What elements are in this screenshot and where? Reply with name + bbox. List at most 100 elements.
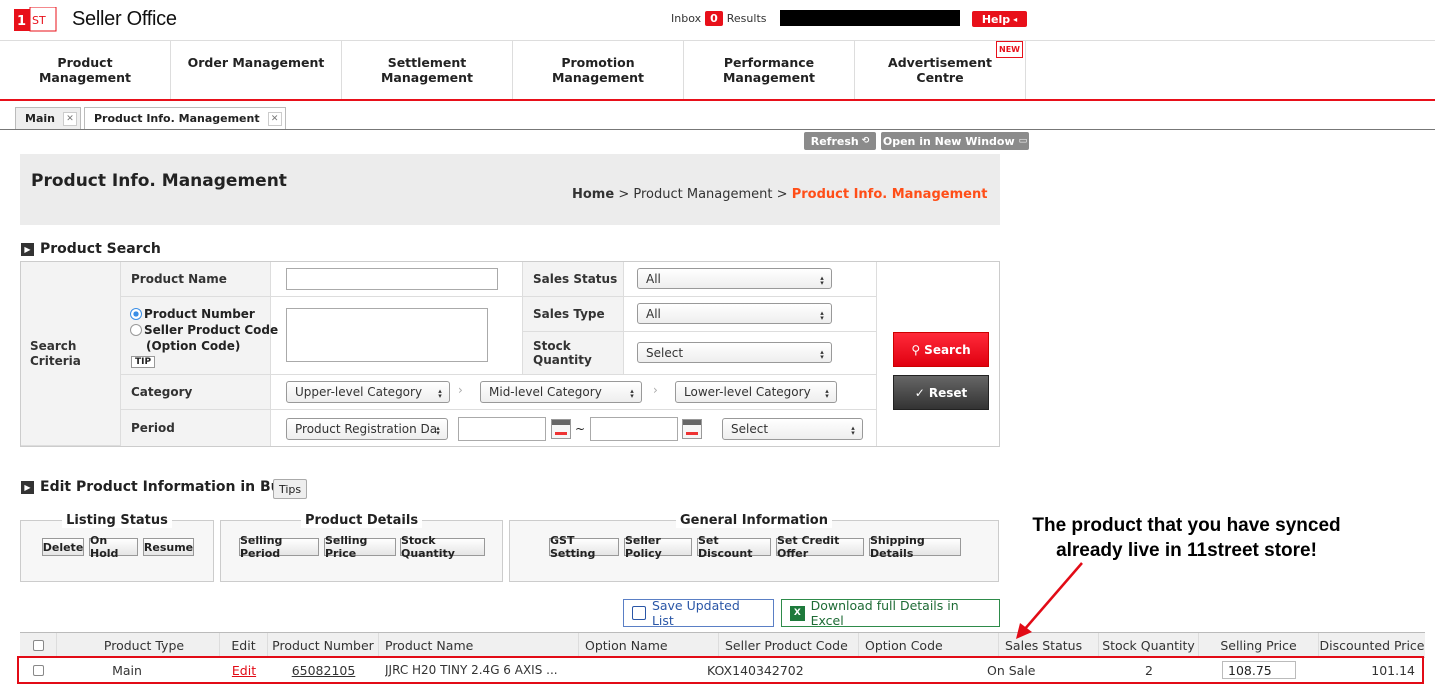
mid-category-select[interactable]: Mid-level Category	[480, 381, 642, 403]
resume-button[interactable]: Resume	[143, 538, 194, 556]
delete-button[interactable]: Delete	[42, 538, 84, 556]
nav-advertisement-centre[interactable]: Advertisement Centre NEW	[855, 41, 1026, 99]
period-type-select[interactable]: Product Registration Da	[286, 418, 448, 440]
col-product-name[interactable]: Product Name	[379, 633, 579, 658]
product-number-radio[interactable]: Product Number	[130, 307, 255, 321]
label-text: Sales Status	[533, 272, 618, 286]
set-credit-offer-button[interactable]: Set Credit Offer	[776, 534, 864, 560]
breadcrumb-current: Product Info. Management	[791, 187, 988, 202]
col-seller-product-code[interactable]: Seller Product Code	[719, 633, 859, 658]
section-title-text: Edit Product Information in Bulk	[40, 479, 295, 495]
sales-status-select[interactable]: All	[637, 268, 832, 289]
sales-type-label: Sales Type	[523, 297, 624, 332]
refresh-label: Refresh	[810, 134, 859, 148]
chevron-right-icon: ›	[653, 383, 658, 397]
results-label: Results	[726, 12, 767, 25]
caret-left-icon: ◂	[1013, 14, 1018, 24]
product-details-group: Product Details Selling Period Selling P…	[220, 513, 503, 582]
selling-price-button[interactable]: Selling Price	[324, 534, 396, 560]
tab-main[interactable]: Main ✕	[15, 107, 81, 129]
section-title-text: Product Search	[40, 241, 161, 257]
tab-label: Main	[25, 112, 55, 125]
search-button[interactable]: ⚲ Search	[893, 332, 989, 367]
lower-category-select[interactable]: Lower-level Category	[675, 381, 837, 403]
open-new-window-button[interactable]: Open in New Window ▭	[881, 132, 1029, 150]
search-criteria-table: Search Criteria Product Name Sales Statu…	[20, 261, 1000, 447]
calendar-icon[interactable]	[682, 419, 702, 439]
refresh-button[interactable]: Refresh ⟲	[804, 132, 876, 150]
nav-label: Performance Management	[722, 55, 815, 85]
product-search-title: ▶ Product Search	[21, 241, 161, 257]
sales-status-label: Sales Status	[523, 262, 624, 297]
nav-settlement-management[interactable]: Settlement Management	[342, 41, 513, 99]
date-range-separator: ~	[575, 422, 586, 436]
select-value: Mid-level Category	[489, 385, 602, 399]
breadcrumb-home[interactable]: Home	[572, 187, 614, 202]
select-value: Select	[646, 345, 684, 360]
stock-quantity-button[interactable]: Stock Quantity	[400, 534, 485, 560]
save-icon	[632, 606, 646, 620]
nav-order-management[interactable]: Order Management	[171, 41, 342, 99]
button-label: Save Updated List	[651, 598, 740, 628]
option-code-label: (Option Code)	[146, 339, 241, 353]
set-discount-button[interactable]: Set Discount	[697, 534, 771, 560]
selling-period-button[interactable]: Selling Period	[239, 534, 319, 560]
col-discounted-price[interactable]: Discounted Price	[1319, 633, 1425, 658]
col-option-code[interactable]: Option Code	[859, 633, 999, 658]
help-button[interactable]: Help ◂	[972, 11, 1027, 27]
end-date-input[interactable]	[590, 417, 678, 441]
product-name-input[interactable]	[286, 268, 498, 290]
new-window-label: Open in New Window	[882, 134, 1015, 148]
col-stock-quantity[interactable]: Stock Quantity	[1099, 633, 1199, 658]
nav-product-management[interactable]: Product Management	[0, 41, 171, 99]
download-excel-button[interactable]: X Download full Details in Excel	[781, 598, 1000, 628]
upper-category-select[interactable]: Upper-level Category	[286, 381, 450, 403]
inbox-count-badge[interactable]: 0	[705, 11, 723, 26]
group-title: Listing Status	[21, 513, 213, 528]
chevron-right-icon: ›	[458, 383, 463, 397]
period-select[interactable]: Select	[722, 418, 863, 440]
on-hold-button[interactable]: On Hold	[89, 534, 138, 560]
tips-button[interactable]: Tips	[273, 479, 308, 499]
gst-setting-button[interactable]: GST Setting	[549, 534, 619, 560]
logo[interactable]: 1 ST	[14, 6, 64, 33]
col-product-number[interactable]: Product Number	[268, 633, 379, 658]
search-icon: ⚲	[911, 342, 921, 357]
col-edit[interactable]: Edit	[220, 633, 268, 658]
product-grid-header: Product Type Edit Product Number Product…	[20, 632, 1425, 658]
col-selling-price[interactable]: Selling Price	[1199, 633, 1319, 658]
shipping-details-button[interactable]: Shipping Details	[869, 534, 961, 560]
period-label: Period	[121, 410, 271, 446]
label-text: Category	[131, 385, 193, 399]
select-value: Select	[731, 422, 769, 436]
product-name-label: Product Name	[121, 262, 271, 297]
col-product-type[interactable]: Product Type	[57, 633, 220, 658]
criteria-text: Search Criteria	[30, 338, 81, 368]
close-icon[interactable]: ✕	[62, 111, 77, 126]
nav-promotion-management[interactable]: Promotion Management	[513, 41, 684, 99]
calendar-icon[interactable]	[551, 419, 571, 439]
sales-type-select[interactable]: All	[637, 303, 832, 324]
seller-product-code-radio[interactable]: Seller Product Code	[130, 323, 278, 337]
reset-button[interactable]: ✓ Reset	[893, 375, 989, 410]
start-date-input[interactable]	[458, 417, 546, 441]
close-icon[interactable]: ✕	[267, 111, 282, 126]
breadcrumb-parent[interactable]: Product Management	[633, 187, 772, 202]
radio-label: Seller Product Code	[144, 323, 279, 337]
product-number-textarea[interactable]	[286, 308, 488, 362]
select-all-checkbox[interactable]	[32, 640, 44, 651]
tab-product-info-management[interactable]: Product Info. Management ✕	[83, 107, 286, 129]
svg-text:ST: ST	[32, 14, 46, 27]
label-text: Stock Quantity	[533, 339, 592, 367]
group-title-text: Product Details	[300, 513, 423, 528]
save-updated-list-button[interactable]: Save Updated List	[623, 598, 774, 628]
nav-performance-management[interactable]: Performance Management	[684, 41, 855, 99]
bulk-edit-title: ▶ Edit Product Information in Bulk	[21, 479, 295, 495]
stock-quantity-select[interactable]: Select	[637, 342, 832, 363]
tip-button[interactable]: TIP	[131, 356, 156, 368]
col-option-name[interactable]: Option Name	[579, 633, 719, 658]
inbox-area[interactable]: Inbox 0 Results	[671, 11, 767, 26]
seller-policy-button[interactable]: Seller Policy	[624, 534, 692, 560]
select-all-cell	[20, 633, 57, 658]
main-nav: Product Management Order Management Sett…	[0, 41, 1435, 101]
